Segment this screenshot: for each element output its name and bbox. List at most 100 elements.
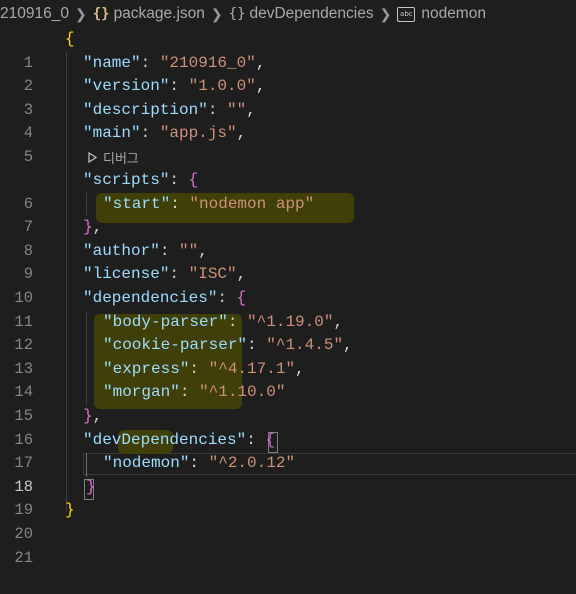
line-number: 21 <box>14 548 33 567</box>
brace: } <box>86 477 96 496</box>
play-icon <box>88 152 97 163</box>
json-key: "cookie-parser" <box>103 336 248 355</box>
brace: { <box>188 171 199 189</box>
json-value: "^1.10.0" <box>199 383 286 402</box>
code-line: 7 "start": "nodemon app" <box>0 193 576 237</box>
json-value: "ISC" <box>188 265 237 284</box>
json-key: "devDependencies" <box>83 430 247 449</box>
json-key: "name" <box>83 53 141 72</box>
debug-codelens[interactable]: 디버그 <box>88 148 139 167</box>
breadcrumb-folder[interactable]: 210916_0 <box>0 5 69 23</box>
chevron-right-icon: ❯ <box>379 5 392 22</box>
colon: : <box>179 383 200 402</box>
comma: , <box>343 336 353 355</box>
colon: : <box>169 265 189 284</box>
json-key: "start" <box>103 194 171 213</box>
json-value: "210916_0" <box>159 53 256 72</box>
chevron-right-icon: ❯ <box>74 5 87 22</box>
code-line: 16 }, <box>0 405 576 449</box>
comma: , <box>198 241 208 260</box>
json-key: "dependencies" <box>83 289 218 307</box>
brace: { <box>265 430 276 449</box>
colon: : <box>189 454 209 473</box>
code-line: 9 "author": "", <box>0 240 576 284</box>
json-key: "morgan" <box>103 383 180 402</box>
code-line: 8 }, <box>0 216 576 260</box>
colon: : <box>247 336 267 355</box>
brace: { <box>65 30 75 48</box>
code-line: 13 "cookie-parser": "^1.4.5", <box>0 334 576 378</box>
code-line: 6 "scripts": { <box>0 169 576 213</box>
json-key: "nodemon" <box>103 454 190 473</box>
breadcrumb-file-label: package.json <box>113 5 205 22</box>
code-line: 19 } <box>0 476 576 520</box>
colon: : <box>159 241 180 260</box>
code-line: 5 "main": "app.js", <box>0 122 576 166</box>
json-key: "body-parser" <box>103 312 228 331</box>
breadcrumb-folder-label: 210916_0 <box>0 5 69 22</box>
json-value: "1.0.0" <box>188 77 256 96</box>
json-key: "express" <box>103 359 190 378</box>
brace: } <box>65 501 75 520</box>
code-line: 17 "devDependencies": { <box>0 429 576 473</box>
colon: : <box>140 53 160 72</box>
comma: , <box>246 100 256 119</box>
json-key: "scripts" <box>83 171 170 189</box>
colon: : <box>169 171 189 189</box>
debug-codelens-label: 디버그 <box>103 151 139 166</box>
comma: , <box>295 359 305 378</box>
colon: : <box>217 289 237 307</box>
colon: : <box>246 430 266 449</box>
breadcrumb-object[interactable]: {} devDependencies <box>229 5 374 23</box>
colon: : <box>207 100 228 119</box>
code-line: 10 "license": "ISC", <box>0 263 576 307</box>
json-key: "author" <box>83 241 160 260</box>
json-value: "^1.19.0" <box>247 312 334 331</box>
json-key: "version" <box>83 77 170 96</box>
braces-icon: {} <box>228 6 246 22</box>
code-line: 11 "dependencies": { <box>0 287 576 331</box>
brace: } <box>83 218 93 237</box>
braces-icon: {} <box>92 6 110 22</box>
json-key: "license" <box>83 265 170 284</box>
code-line: 2 "name": "210916_0", <box>0 52 576 96</box>
json-value: "app.js" <box>159 124 237 143</box>
code-line: 14 "express": "^4.17.1", <box>0 358 576 402</box>
breadcrumb-property-label: nodemon <box>421 5 486 22</box>
json-value: "^2.0.12" <box>208 454 296 473</box>
colon: : <box>170 194 190 213</box>
json-value: "" <box>227 100 247 119</box>
comma: , <box>236 124 247 143</box>
breadcrumb: 210916_0 ❯ {} package.json ❯ {} devDepen… <box>0 0 576 28</box>
breadcrumb-object-label: devDependencies <box>249 5 374 22</box>
comma: , <box>92 218 103 237</box>
colon: : <box>189 359 209 378</box>
breadcrumb-file[interactable]: {} package.json <box>93 5 205 23</box>
brace: } <box>83 407 93 425</box>
colon: : <box>140 124 160 143</box>
code-line: 15 "morgan": "^1.10.0" <box>0 381 576 425</box>
colon: : <box>169 77 189 96</box>
comma: , <box>255 53 266 72</box>
comma: , <box>92 407 103 425</box>
json-key: "description" <box>83 100 208 119</box>
comma: , <box>236 265 247 284</box>
code-line: 20 } <box>0 499 576 543</box>
json-value: "nodemon app" <box>189 194 315 213</box>
json-value: "" <box>179 241 199 260</box>
comma: , <box>333 312 344 331</box>
brace: { <box>236 289 247 307</box>
json-key: "main" <box>83 124 141 143</box>
code-line: 12 "body-parser": "^1.19.0", <box>0 311 576 355</box>
colon: : <box>227 312 248 331</box>
comma: , <box>255 77 266 96</box>
code-line: 3 "version": "1.0.0", <box>0 75 576 119</box>
code-line: 21 <box>0 523 576 567</box>
breadcrumb-property[interactable]: abc nodemon <box>397 5 486 23</box>
chevron-right-icon: ❯ <box>210 5 223 22</box>
string-icon: abc <box>397 6 416 22</box>
line-number: 5 <box>23 147 33 166</box>
code-line: 1 { <box>0 28 576 72</box>
code-editor[interactable]: 디버그 1 { 2 "name": "210916_0", 3 "version… <box>0 28 576 578</box>
code-line: 4 "description": "", <box>0 99 576 143</box>
